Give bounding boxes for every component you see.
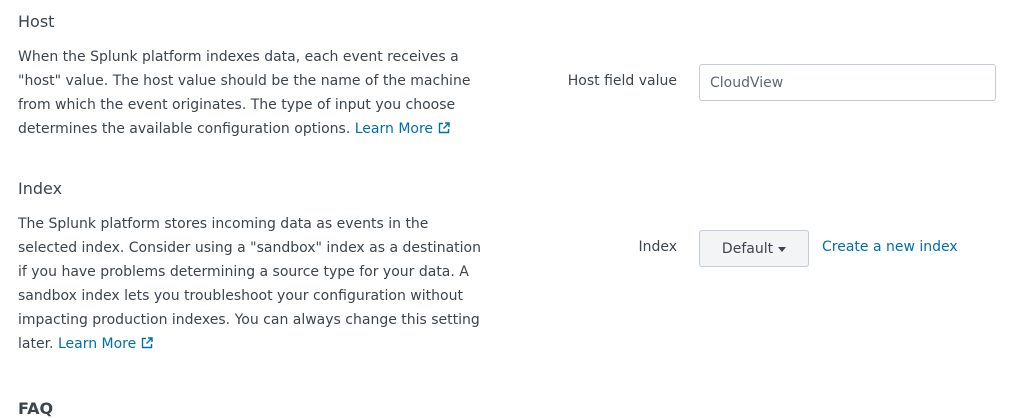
index-description: The Splunk platform stores incoming data… <box>18 212 488 357</box>
host-section-title: Host <box>18 12 55 31</box>
index-field-label: Index <box>638 239 677 255</box>
index-learn-more-label: Learn More <box>57 336 137 352</box>
external-link-icon <box>438 118 450 142</box>
index-description-text: The Splunk platform stores incoming data… <box>18 216 481 352</box>
index-learn-more-link[interactable]: Learn More <box>58 336 153 352</box>
host-description: When the Splunk platform indexes data, e… <box>18 45 488 142</box>
index-section-title: Index <box>18 179 63 198</box>
index-dropdown[interactable]: Default <box>699 230 809 267</box>
external-link-icon <box>141 333 153 357</box>
host-learn-more-label: Learn More <box>354 121 434 137</box>
caret-down-icon <box>778 246 787 252</box>
host-field-input[interactable] <box>699 64 996 101</box>
host-learn-more-link[interactable]: Learn More <box>355 121 450 137</box>
index-dropdown-value: Default <box>721 240 774 257</box>
host-field-label: Host field value <box>567 73 677 89</box>
create-new-index-link[interactable]: Create a new index <box>822 239 958 255</box>
